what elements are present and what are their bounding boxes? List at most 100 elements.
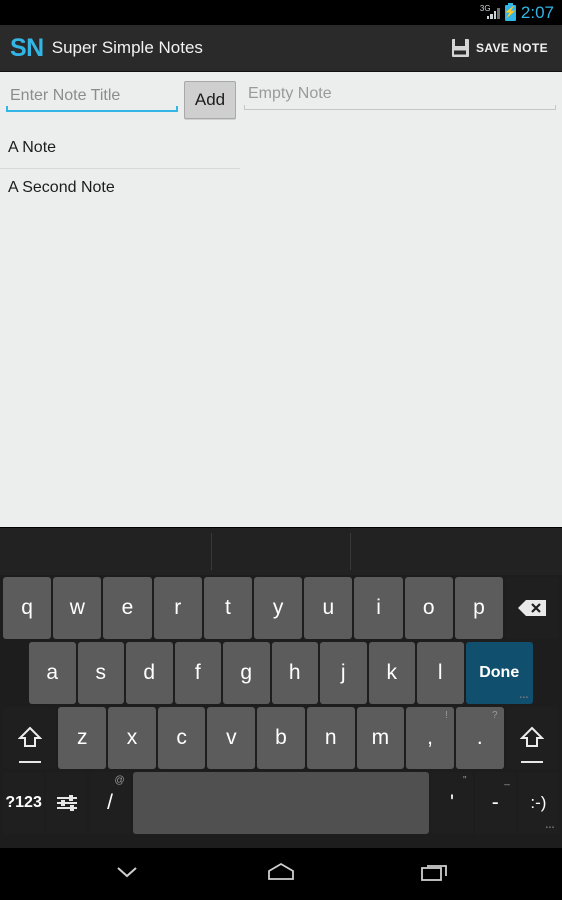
note-body-input[interactable] (244, 81, 556, 110)
shift-state-underline (521, 761, 544, 763)
slash-key[interactable]: @ / (89, 772, 131, 834)
focused-underline (6, 106, 178, 112)
status-bar: 3G ⚡ 2:07 (0, 0, 562, 25)
hide-keyboard-button[interactable] (104, 856, 150, 892)
slash-key-sup: @ (114, 775, 125, 786)
key-period-sup: ? (492, 710, 498, 721)
app-title: Super Simple Notes (51, 38, 203, 57)
main-content: Add A Note A Second Note (0, 73, 562, 527)
key-e[interactable]: e (103, 577, 152, 639)
key-period[interactable]: ? . (455, 707, 504, 769)
action-bar: SN Super Simple Notes SAVE NOTE (0, 25, 562, 72)
keyboard-row-1: q w e r t y u i o p (3, 577, 560, 639)
signal-bars-icon (486, 8, 500, 19)
note-body-field-wrap (244, 81, 556, 110)
key-q[interactable]: q (3, 577, 52, 639)
list-item[interactable]: A Second Note (0, 168, 240, 208)
signal-3g-icon: 3G (480, 5, 500, 20)
key-l[interactable]: l (417, 642, 464, 704)
shift-icon (17, 726, 42, 750)
dash-key-sup: _ (504, 775, 510, 786)
status-bar-clock: 2:07 (520, 2, 554, 22)
backspace-key[interactable] (505, 577, 560, 639)
key-a[interactable]: a (29, 642, 76, 704)
emoji-key[interactable]: :-) ▪▪▪ (517, 772, 560, 834)
suggestion-divider (350, 533, 351, 570)
app-screen: 3G ⚡ 2:07 SN Super Simple Notes SAVE NOT… (0, 0, 562, 900)
done-key-label: Done (479, 664, 520, 681)
home-icon (264, 860, 298, 889)
key-w[interactable]: w (53, 577, 102, 639)
apostrophe-key[interactable]: " ' (431, 772, 473, 834)
key-popup-hint: ▪▪▪ (545, 825, 556, 831)
key-s[interactable]: s (77, 642, 124, 704)
key-p[interactable]: p (454, 577, 504, 639)
symbols-key[interactable]: ?123 (3, 772, 45, 834)
dash-key-label: - (491, 791, 499, 814)
unfocused-underline (244, 105, 556, 110)
key-m[interactable]: m (356, 707, 405, 769)
key-popup-hint: ▪▪▪ (519, 695, 529, 701)
battery-charging-icon: ⚡ (503, 2, 518, 21)
note-title-field-wrap (6, 81, 178, 112)
hide-keyboard-chevron-icon (112, 862, 142, 887)
key-k[interactable]: k (368, 642, 415, 704)
apostrophe-key-sup: " (463, 775, 467, 786)
key-period-label: . (476, 726, 483, 749)
key-h[interactable]: h (271, 642, 318, 704)
keyboard-settings-key[interactable] (46, 772, 88, 834)
done-key[interactable]: Done ▪▪▪ (465, 642, 533, 704)
lightning-bolt-icon: ⚡ (503, 6, 518, 18)
floppy-disk-icon (451, 39, 469, 57)
shift-state-underline (18, 761, 41, 763)
key-g[interactable]: g (223, 642, 270, 704)
keyboard-rows: q w e r t y u i o p a s d f g h j k l Do… (0, 575, 562, 834)
key-r[interactable]: r (153, 577, 202, 639)
note-title-input[interactable] (6, 81, 178, 112)
key-comma-sup: ! (445, 710, 448, 721)
emoji-key-label: :-) (530, 793, 547, 812)
shift-key-right[interactable] (505, 707, 559, 769)
key-comma[interactable]: ! , (406, 707, 454, 769)
keyboard-settings-icon (54, 791, 80, 815)
keyboard-row-3: z x c v b n m ! , ? . (3, 707, 559, 769)
suggestion-divider (211, 533, 212, 570)
save-note-button[interactable]: SAVE NOTE (444, 35, 552, 61)
key-x[interactable]: x (108, 707, 156, 769)
key-b[interactable]: b (257, 707, 305, 769)
key-n[interactable]: n (306, 707, 355, 769)
key-d[interactable]: d (126, 642, 173, 704)
key-v[interactable]: v (207, 707, 256, 769)
key-y[interactable]: y (254, 577, 303, 639)
suggestion-strip[interactable] (0, 527, 562, 575)
slash-key-label: / (107, 791, 113, 814)
recents-icon (419, 860, 451, 889)
key-o[interactable]: o (404, 577, 453, 639)
backspace-icon (517, 599, 547, 617)
home-button[interactable] (258, 856, 304, 892)
key-c[interactable]: c (157, 707, 206, 769)
soft-keyboard: q w e r t y u i o p a s d f g h j k l Do… (0, 527, 562, 848)
add-note-button[interactable]: Add (184, 81, 236, 119)
system-navigation-bar (0, 848, 562, 900)
save-note-label: SAVE NOTE (475, 41, 548, 55)
note-entry-row: Add (0, 73, 562, 119)
dash-key[interactable]: _ - (474, 772, 516, 834)
key-u[interactable]: u (304, 577, 353, 639)
recents-button[interactable] (412, 856, 458, 892)
list-item[interactable]: A Note (0, 129, 240, 168)
shift-icon (520, 726, 545, 750)
shift-key-left[interactable] (3, 707, 57, 769)
key-j[interactable]: j (320, 642, 367, 704)
key-f[interactable]: f (174, 642, 221, 704)
space-key[interactable] (132, 772, 430, 834)
key-comma-label: , (427, 726, 433, 749)
note-list: A Note A Second Note (0, 129, 240, 208)
key-i[interactable]: i (354, 577, 403, 639)
keyboard-row-4: ?123 @ / " ' _ -:-) ▪▪▪ (3, 772, 560, 834)
key-t[interactable]: t (203, 577, 253, 639)
key-z[interactable]: z (58, 707, 107, 769)
keyboard-row-2: a s d f g h j k l Done ▪▪▪ (3, 642, 559, 704)
app-logo: SN (10, 33, 44, 62)
apostrophe-key-label: ' (449, 791, 454, 814)
